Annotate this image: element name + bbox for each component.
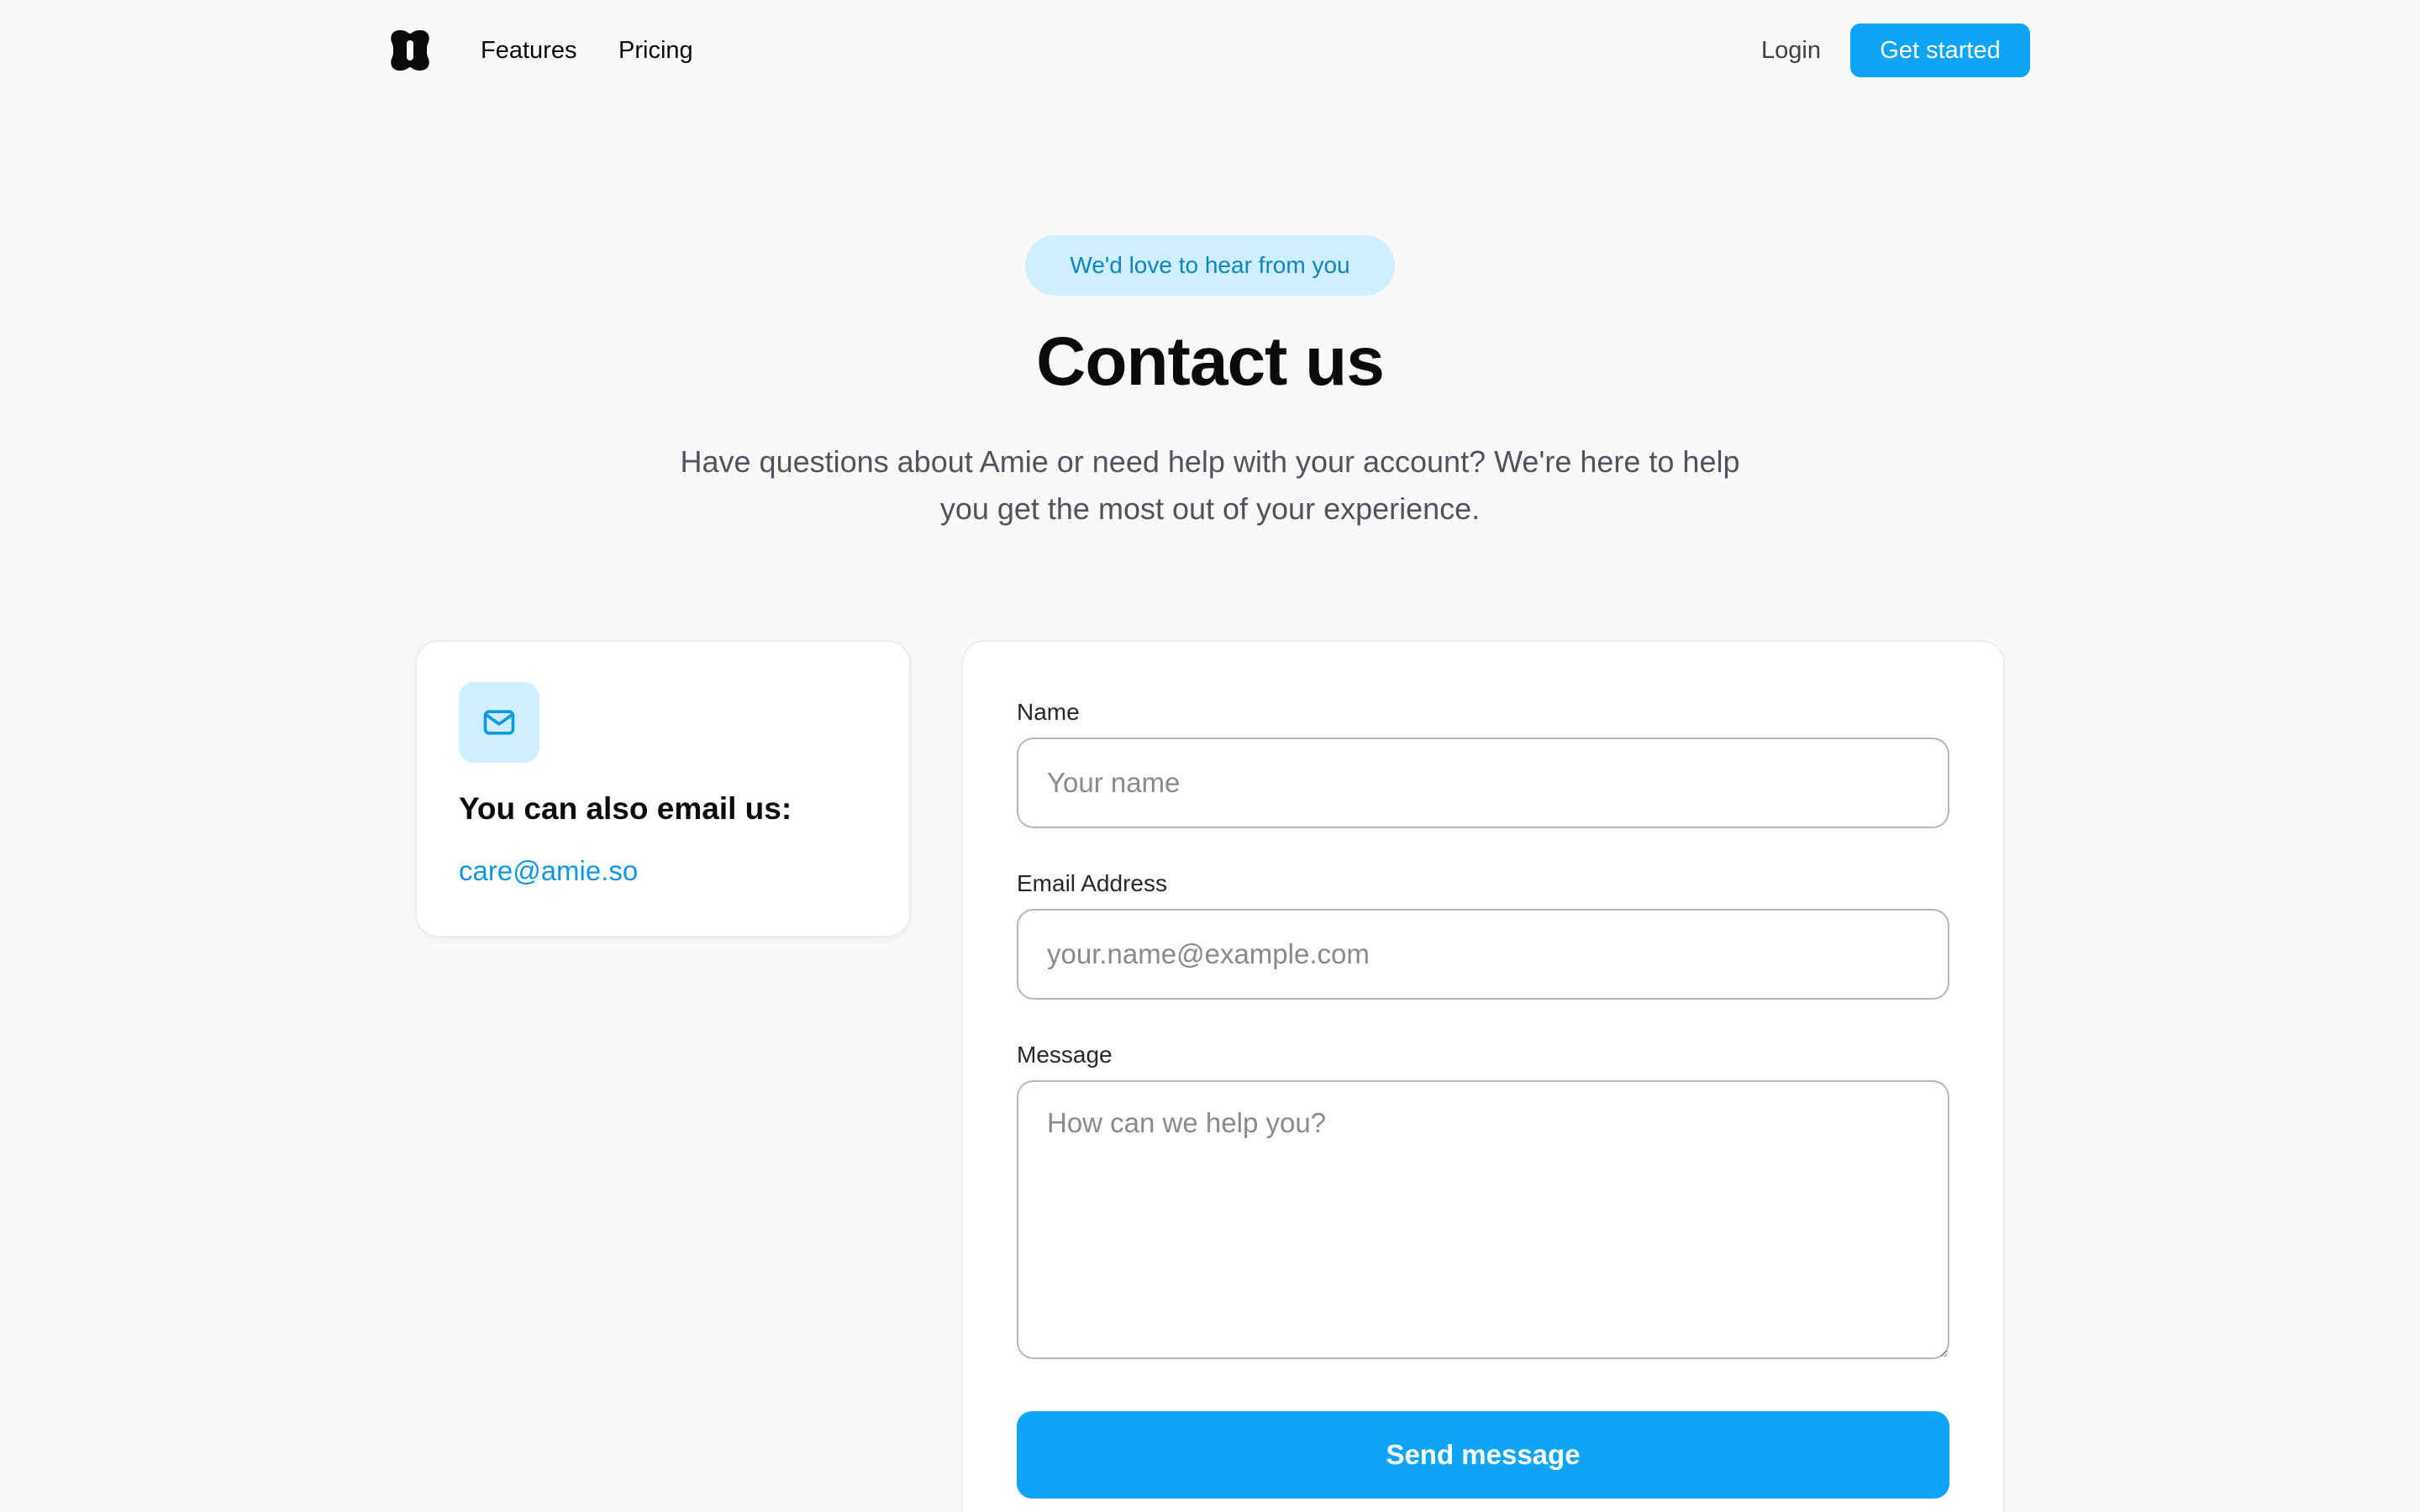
top-navbar: Features Pricing Login Get started: [0, 0, 2420, 101]
message-textarea[interactable]: [1017, 1080, 1949, 1359]
email-contact-card: You can also email us: care@amie.so: [415, 640, 911, 937]
page-title: Contact us: [1036, 323, 1385, 400]
page-subtitle: Have questions about Amie or need help w…: [680, 444, 1740, 526]
email-input[interactable]: [1017, 909, 1949, 1000]
contact-page: Features Pricing Login Get started We'd …: [0, 0, 2420, 1512]
message-label: Message: [1017, 1042, 1113, 1068]
contact-form: Name Email Address Message Send message: [961, 640, 2005, 1512]
mail-icon-container: [459, 682, 539, 763]
email-label: Email Address: [1017, 870, 1167, 896]
nav-pricing-link[interactable]: Pricing: [618, 34, 693, 67]
name-label: Name: [1017, 699, 1080, 725]
support-email-link[interactable]: care@amie.so: [459, 855, 638, 887]
nav-features-link[interactable]: Features: [481, 34, 576, 67]
hero-badge: We'd love to hear from you: [1025, 235, 1395, 296]
get-started-button[interactable]: Get started: [1850, 24, 2030, 77]
name-input[interactable]: [1017, 738, 1949, 828]
mail-icon: [483, 710, 515, 735]
login-link[interactable]: Login: [1761, 34, 1821, 67]
email-card-heading: You can also email us:: [459, 791, 792, 826]
amie-logo-icon[interactable]: [388, 29, 432, 72]
send-message-button[interactable]: Send message: [1017, 1411, 1949, 1499]
